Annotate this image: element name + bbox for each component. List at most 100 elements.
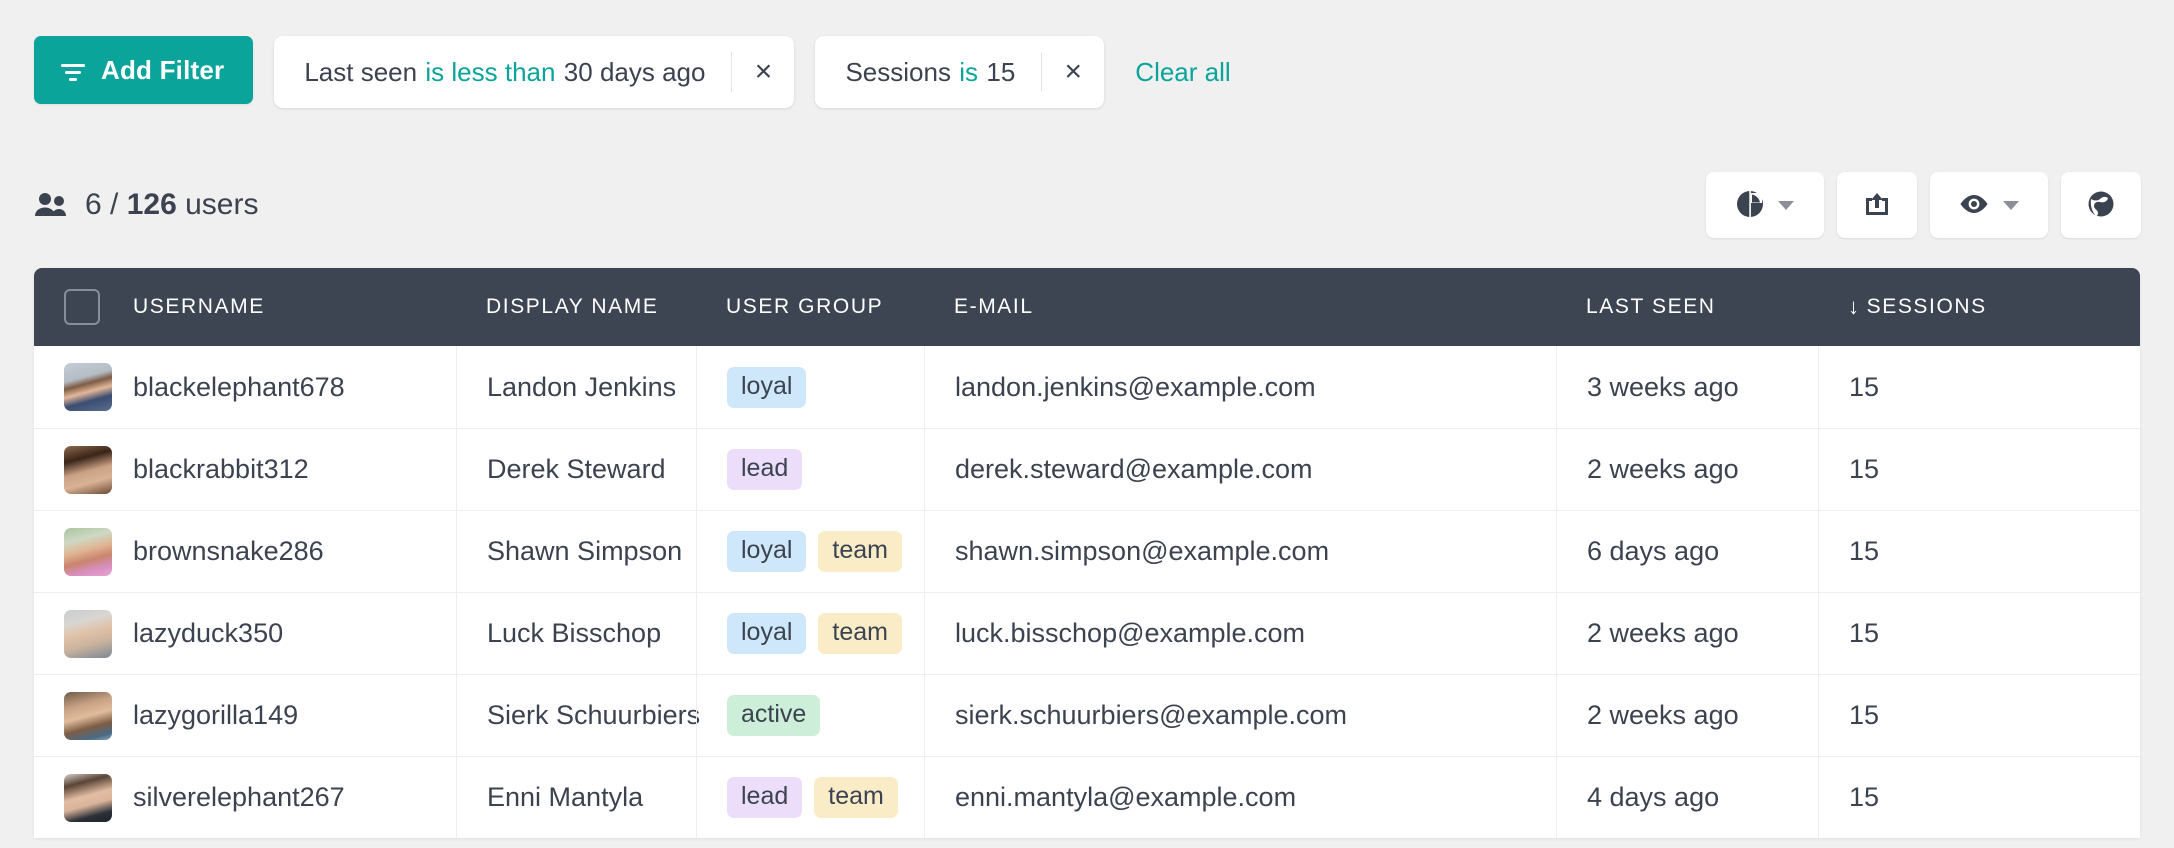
table-row[interactable]: blackelephant678Landon Jenkinsloyallando… (34, 346, 2140, 428)
cell-last-seen: 2 weeks ago (1556, 675, 1818, 756)
status-badge[interactable]: team (818, 531, 902, 572)
globe-icon (2087, 190, 2115, 221)
last-seen-text: 3 weeks ago (1587, 372, 1739, 403)
status-badge[interactable]: loyal (727, 531, 806, 572)
sessions-text: 15 (1849, 700, 1879, 731)
group-badges: loyal (727, 367, 806, 408)
cell-user-group: loyal team (696, 511, 924, 592)
cell-sessions: 15 (1818, 429, 2140, 510)
add-filter-button[interactable]: Add Filter (34, 36, 253, 104)
cell-email: sierk.schuurbiers@example.com (924, 675, 1556, 756)
cell-display-name: Enni Mantyla (456, 757, 696, 838)
table-row[interactable]: lazyduck350Luck Bisschoployalteamluck.bi… (34, 592, 2140, 674)
cell-username: blackrabbit312 (34, 429, 456, 510)
column-header-username[interactable]: USERNAME (34, 289, 456, 325)
filter-chip-text: Last seen is less than 30 days ago (274, 36, 731, 108)
sessions-text: 15 (1849, 536, 1879, 567)
column-header-last-seen[interactable]: LAST SEEN (1556, 295, 1818, 319)
table-header-row: USERNAME DISPLAY NAME USER GROUP E-MAIL … (34, 268, 2140, 346)
table-row[interactable]: blackrabbit312Derek Stewardleadderek.ste… (34, 428, 2140, 510)
column-header-label: USERNAME (133, 295, 265, 319)
column-header-sessions[interactable]: ↓ SESSIONS (1818, 294, 2140, 320)
username-text: silverelephant267 (133, 782, 345, 813)
chart-button[interactable] (1706, 172, 1824, 238)
cell-last-seen: 3 weeks ago (1556, 346, 1818, 428)
status-badge[interactable]: team (814, 777, 898, 818)
export-button[interactable] (1837, 172, 1917, 238)
toolbar-actions (1706, 172, 2141, 238)
table-row[interactable]: brownsnake286Shawn Simpsonloyalteamshawn… (34, 510, 2140, 592)
select-all-checkbox[interactable] (64, 289, 100, 325)
cell-last-seen: 6 days ago (1556, 511, 1818, 592)
export-icon (1863, 190, 1891, 221)
column-header-label: USER GROUP (726, 295, 883, 319)
last-seen-text: 2 weeks ago (1587, 618, 1739, 649)
remove-filter-button[interactable]: × (732, 36, 794, 108)
status-badge[interactable]: team (818, 613, 902, 654)
column-header-user-group[interactable]: USER GROUP (696, 295, 924, 319)
avatar (64, 774, 112, 822)
filter-chip-last-seen[interactable]: Last seen is less than 30 days ago × (274, 36, 794, 108)
table-body: blackelephant678Landon Jenkinsloyallando… (34, 346, 2140, 838)
column-header-email[interactable]: E-MAIL (924, 295, 1556, 319)
cell-last-seen: 2 weeks ago (1556, 429, 1818, 510)
column-header-label: SESSIONS (1867, 295, 1987, 319)
column-header-display-name[interactable]: DISPLAY NAME (456, 295, 696, 319)
group-badges: loyal team (727, 613, 902, 654)
avatar (64, 610, 112, 658)
sessions-text: 15 (1849, 618, 1879, 649)
status-badge[interactable]: active (727, 695, 820, 736)
filter-operator: is less than (417, 57, 564, 88)
username-text: lazygorilla149 (133, 700, 298, 731)
count-total: 126 (127, 188, 177, 221)
users-table: USERNAME DISPLAY NAME USER GROUP E-MAIL … (34, 268, 2140, 838)
count-separator: / (110, 188, 118, 221)
remove-filter-button[interactable]: × (1042, 36, 1104, 108)
cell-sessions: 15 (1818, 675, 2140, 756)
last-seen-text: 4 days ago (1587, 782, 1719, 813)
globe-button[interactable] (2061, 172, 2141, 238)
display-name-text: Enni Mantyla (487, 782, 643, 813)
cell-last-seen: 4 days ago (1556, 757, 1818, 838)
avatar (64, 363, 112, 411)
cell-username: lazyduck350 (34, 593, 456, 674)
group-badges: loyal team (727, 531, 902, 572)
group-badges: lead (727, 449, 802, 490)
sessions-text: 15 (1849, 782, 1879, 813)
clear-all-link[interactable]: Clear all (1135, 36, 1230, 108)
cell-user-group: lead (696, 429, 924, 510)
email-text: luck.bisschop@example.com (955, 618, 1305, 649)
cell-username: blackelephant678 (34, 346, 456, 428)
cell-email: shawn.simpson@example.com (924, 511, 1556, 592)
cell-username: lazygorilla149 (34, 675, 456, 756)
filter-value: 30 days ago (564, 57, 706, 88)
display-name-text: Shawn Simpson (487, 536, 682, 567)
count-text: 6 / 126 users (85, 188, 258, 222)
count-unit: users (185, 188, 258, 221)
group-badges: lead team (727, 777, 898, 818)
status-badge[interactable]: loyal (727, 367, 806, 408)
table-row[interactable]: silverelephant267Enni Mantylaleadteamenn… (34, 756, 2140, 838)
email-text: landon.jenkins@example.com (955, 372, 1316, 403)
status-badge[interactable]: lead (727, 449, 802, 490)
cell-last-seen: 2 weeks ago (1556, 593, 1818, 674)
cell-display-name: Derek Steward (456, 429, 696, 510)
status-badge[interactable]: lead (727, 777, 802, 818)
cell-email: landon.jenkins@example.com (924, 346, 1556, 428)
visibility-button[interactable] (1930, 172, 2048, 238)
filter-value: 15 (986, 57, 1015, 88)
last-seen-text: 2 weeks ago (1587, 700, 1739, 731)
cell-sessions: 15 (1818, 593, 2140, 674)
filter-icon (60, 59, 86, 81)
sessions-text: 15 (1849, 454, 1879, 485)
status-badge[interactable]: loyal (727, 613, 806, 654)
username-text: blackelephant678 (133, 372, 345, 403)
column-header-label: LAST SEEN (1586, 295, 1716, 319)
username-text: lazyduck350 (133, 618, 283, 649)
table-row[interactable]: lazygorilla149Sierk Schuurbiersactivesie… (34, 674, 2140, 756)
email-text: shawn.simpson@example.com (955, 536, 1329, 567)
cell-user-group: loyal team (696, 593, 924, 674)
cell-email: luck.bisschop@example.com (924, 593, 1556, 674)
filter-chip-sessions[interactable]: Sessions is 15 × (815, 36, 1104, 108)
cell-sessions: 15 (1818, 346, 2140, 428)
